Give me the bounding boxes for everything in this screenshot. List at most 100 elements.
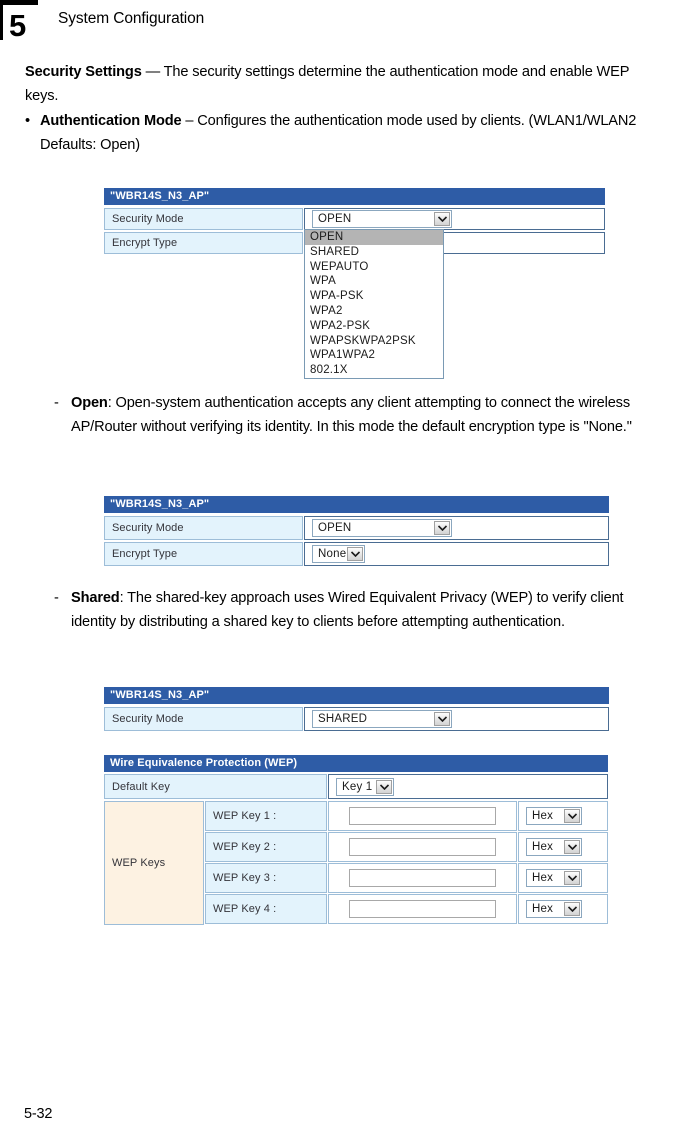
panel-title-bar: "WBR14S_N3_AP" <box>104 496 609 513</box>
wep-key-3-format-cell: Hex <box>518 863 608 893</box>
wep-key-1-input-cell <box>328 801 517 831</box>
panel-title-bar: "WBR14S_N3_AP" <box>104 188 605 205</box>
chevron-down-icon[interactable] <box>564 902 580 916</box>
table-row: WEP Key 3 : Hex <box>205 863 608 893</box>
dropdown-option[interactable]: WPA-PSK <box>305 289 443 304</box>
shared-heading: Shared <box>71 590 120 606</box>
table-row: WEP Key 1 : Hex <box>205 801 608 831</box>
panel-title-bar: "WBR14S_N3_AP" <box>104 687 609 704</box>
figure-open-encryption-none: "WBR14S_N3_AP" Security Mode OPEN Encryp… <box>104 496 609 566</box>
default-key-select[interactable]: Key 1 <box>336 777 394 796</box>
wep-key-1-input[interactable] <box>349 807 496 825</box>
dropdown-option[interactable]: WPA2 <box>305 304 443 319</box>
default-key-label: Default Key <box>104 774 327 799</box>
security-mode-label: Security Mode <box>104 516 303 540</box>
figure-shared-security-mode: "WBR14S_N3_AP" Security Mode SHARED <box>104 687 609 731</box>
table-row: Encrypt Type None <box>104 542 609 566</box>
table-row: WEP Key 4 : Hex <box>205 894 608 924</box>
wep-key-3-format-value: Hex <box>532 872 554 884</box>
open-bullet: - Open: Open-system authentication accep… <box>54 392 674 439</box>
auth-mode-heading: Authentication Mode <box>40 113 182 129</box>
dropdown-option[interactable]: WPA <box>305 274 443 289</box>
wep-keys-block: WEP Keys WEP Key 1 : Hex WEP Key 2: Hex… <box>104 801 608 925</box>
chevron-down-icon[interactable] <box>564 840 580 854</box>
chevron-down-icon[interactable] <box>434 712 450 726</box>
wep-key-4-input-cell <box>328 894 517 924</box>
footer-page-number: 5-32 <box>24 1106 53 1122</box>
dropdown-option[interactable]: WPA1WPA2 <box>305 348 443 363</box>
security-mode-dropdown-list[interactable]: OPEN SHARED WEPAUTO WPA WPA-PSK WPA2 WPA… <box>304 229 444 379</box>
wep-keys-group-label: WEP Keys <box>104 801 204 925</box>
security-mode-selected-value: SHARED <box>318 713 368 725</box>
dropdown-option[interactable]: WPAPSKWPA2PSK <box>305 334 443 349</box>
table-row: WEP Key 2 : Hex <box>205 832 608 862</box>
wep-key-4-label: WEP Key 4 : <box>205 894 327 924</box>
wep-key-1-label: WEP Key 1 : <box>205 801 327 831</box>
dash-marker: - <box>54 590 59 606</box>
dropdown-option[interactable]: 802.1X <box>305 363 443 378</box>
figure-security-mode-dropdown: "WBR14S_N3_AP" Security Mode OPEN Encryp… <box>104 188 605 379</box>
bullet-marker: • <box>25 113 30 129</box>
security-mode-select[interactable]: OPEN <box>312 210 452 228</box>
security-mode-value-cell: OPEN <box>304 516 609 540</box>
security-mode-select[interactable]: OPEN <box>312 519 452 537</box>
auth-mode-bullet-text: Authentication Mode – Configures the aut… <box>40 110 670 157</box>
default-key-selected-value: Key 1 <box>342 780 373 793</box>
wep-key-2-format-cell: Hex <box>518 832 608 862</box>
security-mode-selected-value: OPEN <box>318 213 352 225</box>
security-mode-select[interactable]: SHARED <box>312 710 452 728</box>
dash-marker: - <box>54 395 59 411</box>
wep-key-2-format-select[interactable]: Hex <box>526 838 582 856</box>
wep-key-4-format-value: Hex <box>532 903 554 915</box>
wep-key-3-input-cell <box>328 863 517 893</box>
security-mode-selected-value: OPEN <box>318 522 352 534</box>
chapter-header: 5 System Configuration <box>0 0 679 46</box>
chevron-down-icon[interactable] <box>434 521 450 535</box>
auth-mode-bullet: • Authentication Mode – Configures the a… <box>25 110 670 157</box>
dropdown-option[interactable]: WEPAUTO <box>305 260 443 275</box>
encrypt-type-label: Encrypt Type <box>104 542 303 566</box>
dropdown-option[interactable]: SHARED <box>305 245 443 260</box>
wep-key-1-format-cell: Hex <box>518 801 608 831</box>
encrypt-type-value-cell: None <box>304 542 609 566</box>
wep-key-3-format-select[interactable]: Hex <box>526 869 582 887</box>
encrypt-type-selected-value: None <box>318 548 347 560</box>
wep-key-1-format-value: Hex <box>532 810 554 822</box>
table-row: Security Mode OPEN <box>104 516 609 540</box>
encrypt-type-select[interactable]: None <box>312 545 365 563</box>
wep-key-3-input[interactable] <box>349 869 496 887</box>
security-mode-value-cell: OPEN <box>304 208 605 230</box>
chapter-number-box: 5 <box>0 0 38 43</box>
shared-bullet-text: Shared: The shared-key approach uses Wir… <box>71 587 669 634</box>
open-body: : Open-system authentication accepts any… <box>71 395 632 435</box>
wep-key-3-label: WEP Key 3 : <box>205 863 327 893</box>
dropdown-option[interactable]: WPA2-PSK <box>305 319 443 334</box>
security-mode-label: Security Mode <box>104 208 303 230</box>
wep-key-4-input[interactable] <box>349 900 496 918</box>
wep-key-2-format-value: Hex <box>532 841 554 853</box>
wep-key-4-format-select[interactable]: Hex <box>526 900 582 918</box>
chapter-number: 5 <box>9 8 26 43</box>
intro-heading: Security Settings <box>25 64 142 80</box>
wep-key-2-input-cell <box>328 832 517 862</box>
figure-wep-keys: Wire Equivalence Protection (WEP) Defaul… <box>104 755 608 925</box>
shared-body: : The shared-key approach uses Wired Equ… <box>71 590 624 630</box>
chevron-down-icon[interactable] <box>347 547 363 561</box>
encrypt-type-label: Encrypt Type <box>104 232 303 254</box>
chevron-down-icon[interactable] <box>434 212 450 226</box>
wep-key-2-input[interactable] <box>349 838 496 856</box>
security-mode-label: Security Mode <box>104 707 303 731</box>
wep-panel-title-bar: Wire Equivalence Protection (WEP) <box>104 755 608 772</box>
security-mode-value-cell: SHARED <box>304 707 609 731</box>
table-row: Security Mode OPEN <box>104 208 605 230</box>
chevron-down-icon[interactable] <box>564 809 580 823</box>
wep-key-4-format-cell: Hex <box>518 894 608 924</box>
open-bullet-text: Open: Open-system authentication accepts… <box>71 392 674 439</box>
chevron-down-icon[interactable] <box>564 871 580 885</box>
shared-bullet: - Shared: The shared-key approach uses W… <box>54 587 669 634</box>
chevron-down-icon[interactable] <box>376 779 392 794</box>
dropdown-option[interactable]: OPEN <box>305 230 443 245</box>
wep-key-1-format-select[interactable]: Hex <box>526 807 582 825</box>
table-row: Default Key Key 1 <box>104 774 608 799</box>
wep-key-2-label: WEP Key 2 : <box>205 832 327 862</box>
